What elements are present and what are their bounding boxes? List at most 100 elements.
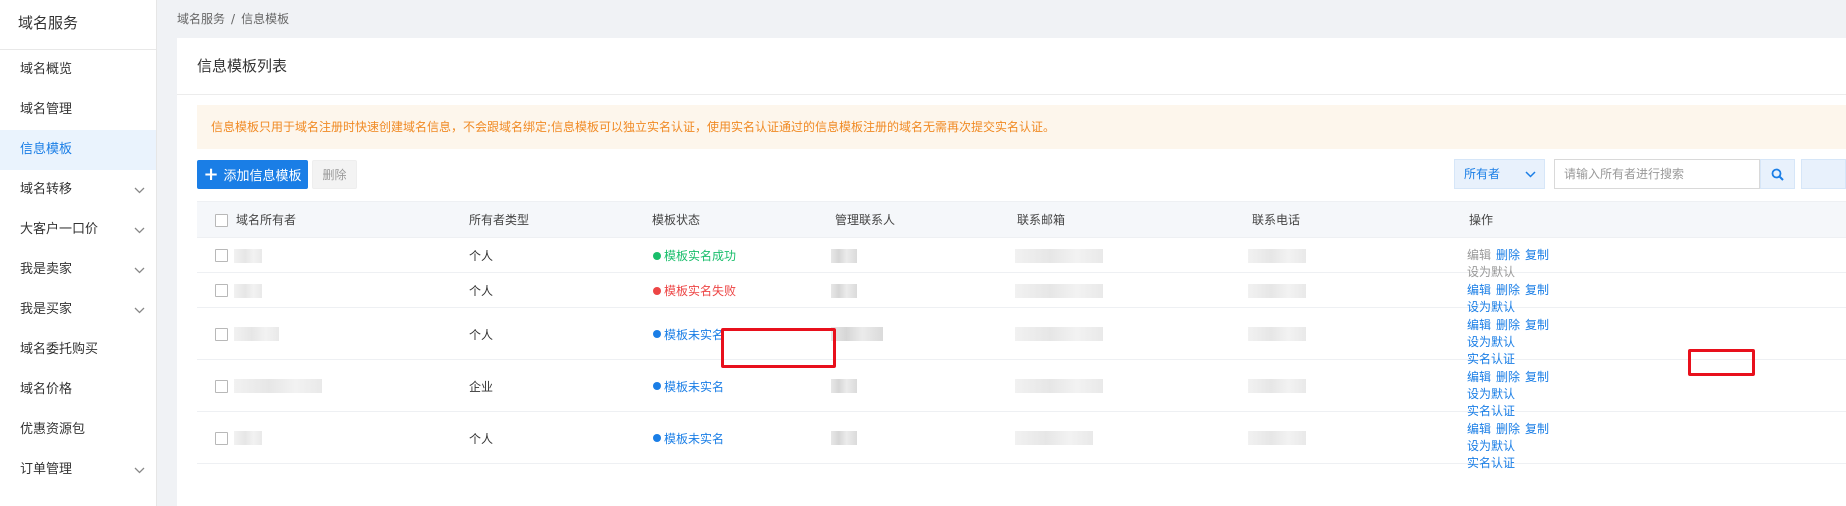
- header-admin: 管理联系人: [835, 213, 896, 227]
- sidebar-item[interactable]: 域名转移: [0, 170, 156, 210]
- search-input[interactable]: [1554, 159, 1760, 189]
- main-panel: 信息模板列表 信息模板只用于域名注册时快速创建域名信息，不会跟域名绑定;信息模板…: [177, 38, 1846, 506]
- row-checkbox[interactable]: [215, 379, 228, 393]
- delete-row-button[interactable]: 删除: [1496, 369, 1520, 386]
- breadcrumb-root[interactable]: 域名服务: [177, 12, 225, 26]
- row-checkbox[interactable]: [215, 327, 228, 341]
- edit-button[interactable]: 编辑: [1467, 421, 1491, 438]
- delete-row-button[interactable]: 删除: [1496, 421, 1520, 438]
- refresh-button[interactable]: [1801, 159, 1846, 189]
- status-badge: 模板未实名: [653, 360, 724, 412]
- sidebar-item-label: 订单管理: [20, 462, 73, 477]
- owner-type-cell: 个人: [469, 327, 494, 342]
- template-table: 域名所有者 所有者类型 模板状态 管理联系人 联系邮箱 联系电话 操作 个人 模板…: [197, 201, 1846, 470]
- row-checkbox[interactable]: [215, 431, 228, 445]
- edit-button[interactable]: 编辑: [1467, 369, 1491, 386]
- sidebar: 域名服务 域名概览域名管理信息模板域名转移大客户一口价 我是卖家我是买家域名委托购…: [0, 0, 157, 506]
- email-cell: [1015, 412, 1093, 464]
- redacted-text: [1248, 283, 1306, 298]
- redacted-text: [234, 248, 262, 263]
- admin-cell: [831, 360, 857, 412]
- redacted-text: [831, 327, 883, 341]
- header-status: 模板状态: [652, 213, 701, 227]
- table-row: 企业 模板未实名 编辑 删除 复制 设为默认 实名认证: [197, 360, 1846, 418]
- delete-row-button[interactable]: 删除: [1496, 317, 1520, 334]
- email-cell: [1015, 308, 1103, 360]
- set-default-button[interactable]: 设为默认: [1467, 438, 1515, 455]
- chevron-down-icon: [1525, 160, 1536, 188]
- redacted-text: [234, 379, 322, 393]
- sidebar-item[interactable]: 域名管理: [0, 90, 156, 130]
- edit-button[interactable]: 编辑: [1467, 317, 1491, 334]
- phone-cell: [1248, 238, 1306, 273]
- redacted-text: [1015, 379, 1103, 393]
- owner-cell: [234, 412, 262, 464]
- redacted-text: [831, 431, 857, 445]
- status-badge: 模板未实名: [653, 308, 724, 360]
- delete-row-button[interactable]: 删除: [1496, 282, 1520, 299]
- sidebar-title: 域名服务: [0, 0, 156, 50]
- sidebar-item[interactable]: 域名委托购买: [0, 330, 156, 370]
- admin-cell: [831, 412, 857, 464]
- status-dot-icon: [653, 434, 661, 442]
- header-email: 联系邮箱: [1017, 213, 1066, 227]
- header-phone: 联系电话: [1252, 213, 1301, 227]
- status-badge: 模板实名失败: [653, 273, 736, 308]
- sidebar-item[interactable]: 订单管理: [0, 450, 156, 490]
- copy-button[interactable]: 复制: [1525, 282, 1549, 299]
- search-icon: [1771, 168, 1784, 181]
- sidebar-item-label: 域名概览: [20, 62, 73, 77]
- set-default-button[interactable]: 设为默认: [1467, 386, 1515, 403]
- redacted-text: [1015, 431, 1093, 445]
- sidebar-menu: 域名概览域名管理信息模板域名转移大客户一口价 我是卖家我是买家域名委托购买域名价格…: [0, 50, 156, 490]
- search-button[interactable]: [1760, 159, 1795, 189]
- redacted-text: [1015, 248, 1103, 263]
- notice-banner: 信息模板只用于域名注册时快速创建域名信息，不会跟域名绑定;信息模板可以独立实名认…: [197, 105, 1846, 149]
- chevron-down-icon: [132, 450, 146, 490]
- redacted-text: [1015, 327, 1103, 341]
- sidebar-item-label: 我是买家: [20, 302, 73, 317]
- status-badge: 模板未实名: [653, 412, 724, 464]
- email-cell: [1015, 238, 1103, 273]
- redacted-text: [234, 283, 262, 298]
- verify-button[interactable]: 实名认证: [1467, 455, 1515, 472]
- copy-button[interactable]: 复制: [1525, 421, 1549, 438]
- set-default-button[interactable]: 设为默认: [1467, 334, 1515, 351]
- status-text: 模板实名成功: [664, 249, 737, 263]
- sidebar-item-label: 域名委托购买: [20, 342, 99, 357]
- sidebar-item[interactable]: 域名概览: [0, 50, 156, 90]
- sidebar-item[interactable]: 我是卖家: [0, 250, 156, 290]
- row-actions: 编辑 删除 复制 设为默认 实名认证: [1467, 421, 1607, 472]
- select-all-checkbox[interactable]: [215, 214, 228, 227]
- phone-cell: [1248, 308, 1306, 360]
- breadcrumb-current: 信息模板: [241, 12, 290, 26]
- copy-button[interactable]: 复制: [1525, 369, 1549, 386]
- add-template-button[interactable]: + 添加信息模板: [197, 160, 308, 189]
- delete-row-button[interactable]: 删除: [1496, 247, 1520, 264]
- status-text: 模板未实名: [664, 379, 725, 394]
- sidebar-item[interactable]: 域名价格: [0, 370, 156, 410]
- chevron-down-icon: [132, 250, 146, 290]
- sidebar-item[interactable]: 我是买家: [0, 290, 156, 330]
- status-text: 模板未实名: [664, 327, 725, 342]
- sidebar-item[interactable]: 大客户一口价: [0, 210, 156, 250]
- sidebar-item[interactable]: 信息模板: [0, 130, 156, 170]
- redacted-text: [1248, 431, 1306, 445]
- redacted-text: [1248, 248, 1306, 263]
- copy-button[interactable]: 复制: [1525, 247, 1549, 264]
- edit-button[interactable]: 编辑: [1467, 282, 1491, 299]
- table-row: 个人 模板未实名 编辑 删除 复制 设为默认 实名认证: [197, 412, 1846, 470]
- sidebar-item-label: 域名管理: [20, 102, 73, 117]
- delete-button[interactable]: 删除: [312, 160, 357, 189]
- status-dot-icon: [653, 330, 661, 338]
- sidebar-item-label: 域名转移: [20, 182, 73, 197]
- owner-filter-select[interactable]: 所有者: [1454, 159, 1545, 189]
- copy-button[interactable]: 复制: [1525, 317, 1549, 334]
- row-checkbox[interactable]: [215, 249, 228, 262]
- row-checkbox[interactable]: [215, 284, 228, 297]
- owner-type-cell: 个人: [469, 284, 494, 298]
- sidebar-item[interactable]: 优惠资源包: [0, 410, 156, 450]
- edit-button[interactable]: 编辑: [1467, 247, 1491, 264]
- owner-type-cell: 企业: [469, 379, 494, 394]
- owner-cell: [234, 273, 262, 308]
